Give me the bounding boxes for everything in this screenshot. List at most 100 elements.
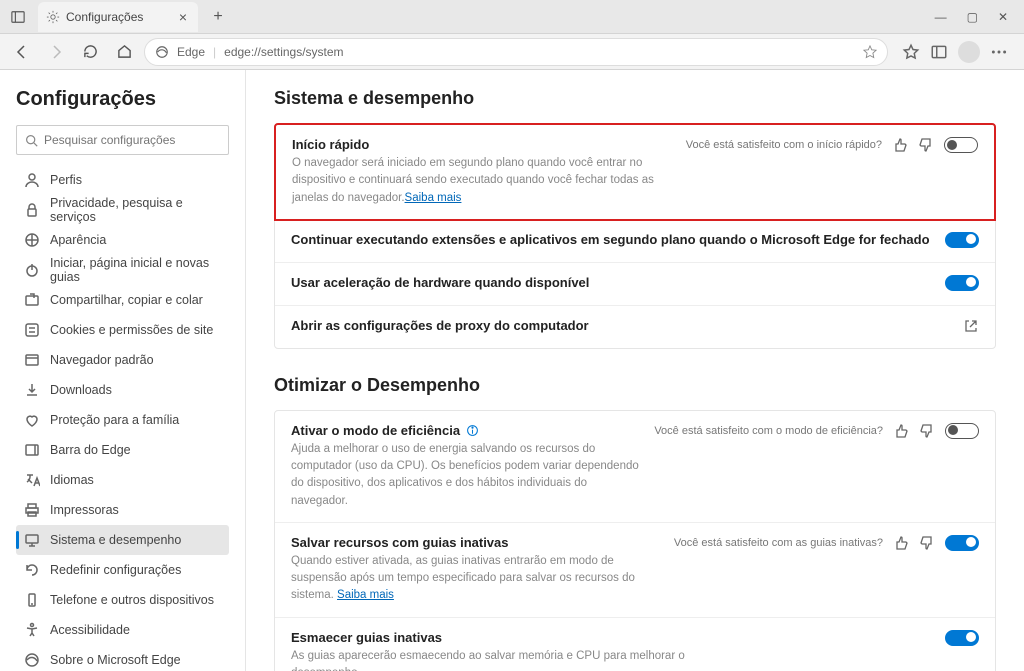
toggle-startup-boost[interactable]: [944, 137, 978, 153]
sidebar-item-bar[interactable]: Barra do Edge: [16, 435, 229, 465]
sidebar-item-reset[interactable]: Redefinir configurações: [16, 555, 229, 585]
sidebar-item-download[interactable]: Downloads: [16, 375, 229, 405]
row-fade-desc: As guias aparecerão esmaecendo ao salvar…: [291, 648, 711, 671]
phone-icon: [24, 592, 40, 608]
row-hw-title: Usar aceleração de hardware quando dispo…: [291, 275, 933, 290]
learn-more-link[interactable]: Saiba mais: [337, 589, 394, 601]
share-icon: [24, 292, 40, 308]
feedback-efficiency-text: Você está satisfeito com o modo de efici…: [654, 425, 883, 437]
printer-icon: [24, 502, 40, 518]
row-sleeping-tabs: Salvar recursos com guias inativas Quand…: [275, 523, 995, 618]
section-system-title: Sistema e desempenho: [274, 88, 996, 109]
url-text: edge://settings/system: [224, 45, 343, 59]
learn-more-link[interactable]: Saiba mais: [405, 192, 462, 204]
sidebar-item-phone[interactable]: Telefone e outros dispositivos: [16, 585, 229, 615]
power-icon: [24, 262, 40, 278]
thumbs-up-icon[interactable]: [893, 423, 909, 439]
search-input[interactable]: [44, 133, 220, 147]
row-proxy-settings[interactable]: Abrir as configurações de proxy do compu…: [275, 306, 995, 348]
refresh-button[interactable]: [76, 38, 104, 66]
tab-close-icon[interactable]: ×: [176, 10, 190, 24]
sidebar-item-label: Sobre o Microsoft Edge: [50, 653, 181, 667]
sidebar-item-browser[interactable]: Navegador padrão: [16, 345, 229, 375]
card-system: Início rápido O navegador será iniciado …: [274, 123, 996, 349]
home-button[interactable]: [110, 38, 138, 66]
sidebar-item-label: Downloads: [50, 383, 112, 397]
row-efficiency-mode: Ativar o modo de eficiência Ajuda a melh…: [275, 411, 995, 523]
search-icon: [25, 134, 38, 147]
lang-icon: [24, 472, 40, 488]
row-startup-desc: O navegador será iniciado em segundo pla…: [292, 155, 674, 207]
back-button[interactable]: [8, 38, 36, 66]
reset-icon: [24, 562, 40, 578]
browser-icon: [24, 352, 40, 368]
thumbs-up-icon[interactable]: [892, 137, 908, 153]
sidebar-item-family[interactable]: Proteção para a família: [16, 405, 229, 435]
accessibility-icon: [24, 622, 40, 638]
sidebar-item-lang[interactable]: Idiomas: [16, 465, 229, 495]
sidebar-item-accessibility[interactable]: Acessibilidade: [16, 615, 229, 645]
toggle-hardware-accel[interactable]: [945, 275, 979, 291]
toggle-fade-tabs[interactable]: [945, 630, 979, 646]
sidebar-item-share[interactable]: Compartilhar, copiar e colar: [16, 285, 229, 315]
row-hardware-accel: Usar aceleração de hardware quando dispo…: [275, 263, 995, 306]
system-icon: [24, 532, 40, 548]
row-save-title: Salvar recursos com guias inativas: [291, 535, 662, 550]
sidebar-item-label: Aparência: [50, 233, 106, 247]
section-optimize-title: Otimizar o Desempenho: [274, 375, 996, 396]
tab-actions-icon[interactable]: [4, 3, 32, 31]
profile-avatar[interactable]: [958, 41, 980, 63]
lock-icon: [24, 202, 40, 218]
row-proxy-title: Abrir as configurações de proxy do compu…: [291, 318, 951, 333]
sidebar-title: Configurações: [16, 88, 229, 111]
sidebar-item-label: Acessibilidade: [50, 623, 130, 637]
row-fade-tabs: Esmaecer guias inativas As guias aparece…: [275, 618, 995, 671]
main-panel: Sistema e desempenho Início rápido O nav…: [246, 70, 1024, 671]
feedback-startup-text: Você está satisfeito com o início rápido…: [686, 139, 882, 151]
favorite-star-icon[interactable]: [863, 45, 877, 59]
toggle-sleeping-tabs[interactable]: [945, 535, 979, 551]
forward-button[interactable]: [42, 38, 70, 66]
close-icon[interactable]: ✕: [998, 10, 1008, 24]
toggle-background-apps[interactable]: [945, 232, 979, 248]
sidebar-item-appearance[interactable]: Aparência: [16, 225, 229, 255]
row-fade-title: Esmaecer guias inativas: [291, 630, 933, 645]
sidebar-item-label: Privacidade, pesquisa e serviços: [50, 196, 221, 224]
thumbs-down-icon[interactable]: [919, 423, 935, 439]
row-efficiency-desc: Ajuda a melhorar o uso de energia salvan…: [291, 441, 642, 510]
row-background-apps: Continuar executando extensões e aplicat…: [275, 220, 995, 263]
row-efficiency-title: Ativar o modo de eficiência: [291, 423, 460, 438]
sidebar-item-label: Barra do Edge: [50, 443, 131, 457]
sidebar-item-label: Sistema e desempenho: [50, 533, 181, 547]
more-icon[interactable]: [990, 43, 1008, 61]
row-bg-title: Continuar executando extensões e aplicat…: [291, 232, 933, 247]
favorites-icon[interactable]: [902, 43, 920, 61]
sidebar-item-printer[interactable]: Impressoras: [16, 495, 229, 525]
sidebar-item-label: Telefone e outros dispositivos: [50, 593, 214, 607]
sidebar-item-power[interactable]: Iniciar, página inicial e novas guias: [16, 255, 229, 285]
sidebar-item-system[interactable]: Sistema e desempenho: [16, 525, 229, 555]
thumbs-down-icon[interactable]: [918, 137, 934, 153]
sidebar-item-cookie[interactable]: Cookies e permissões de site: [16, 315, 229, 345]
maximize-icon[interactable]: ▢: [967, 10, 978, 24]
card-optimize: Ativar o modo de eficiência Ajuda a melh…: [274, 410, 996, 671]
address-bar[interactable]: Edge | edge://settings/system: [144, 38, 888, 66]
appearance-icon: [24, 232, 40, 248]
search-settings[interactable]: [16, 125, 229, 155]
feedback-tabs-text: Você está satisfeito com as guias inativ…: [674, 537, 883, 549]
minimize-icon[interactable]: —: [935, 10, 947, 24]
sidebar-item-label: Redefinir configurações: [50, 563, 181, 577]
sidebar-item-edge[interactable]: Sobre o Microsoft Edge: [16, 645, 229, 671]
sidebar-item-lock[interactable]: Privacidade, pesquisa e serviços: [16, 195, 229, 225]
toggle-efficiency-mode[interactable]: [945, 423, 979, 439]
profile-icon: [24, 172, 40, 188]
info-icon[interactable]: [466, 424, 479, 437]
thumbs-up-icon[interactable]: [893, 535, 909, 551]
collections-icon[interactable]: [930, 43, 948, 61]
cookie-icon: [24, 322, 40, 338]
new-tab-button[interactable]: +: [204, 3, 232, 31]
sidebar-item-label: Proteção para a família: [50, 413, 179, 427]
browser-tab[interactable]: Configurações ×: [38, 2, 198, 32]
thumbs-down-icon[interactable]: [919, 535, 935, 551]
sidebar-item-profile[interactable]: Perfis: [16, 165, 229, 195]
